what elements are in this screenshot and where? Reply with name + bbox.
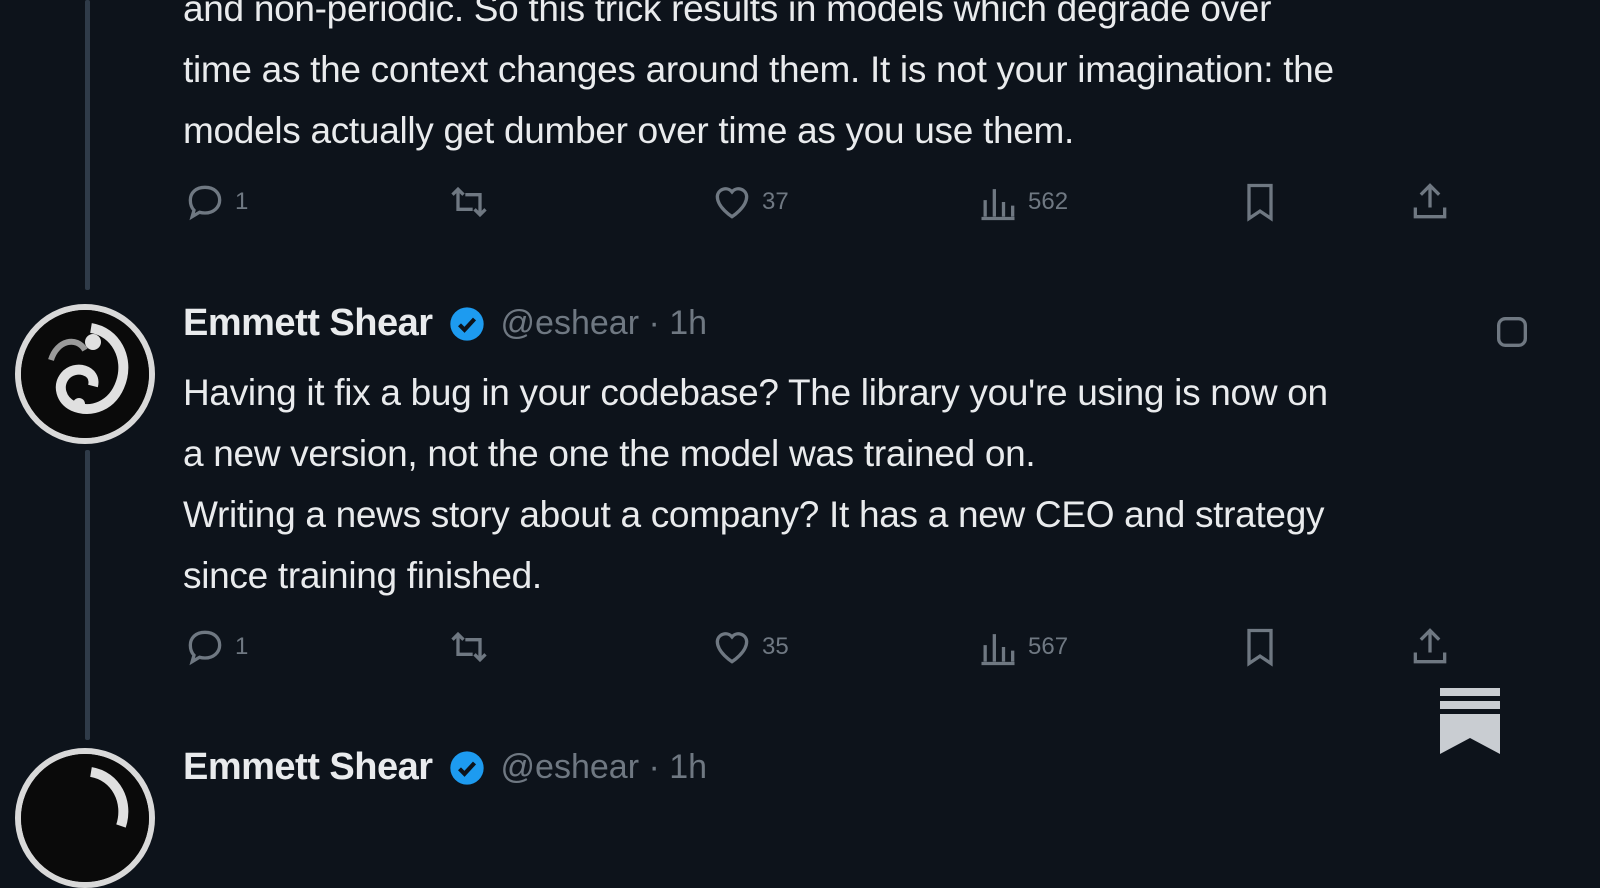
views-icon	[981, 189, 1015, 221]
tweet-header: Emmett Shear @eshear · 1h	[183, 302, 707, 345]
reply-icon	[188, 630, 222, 666]
bookmark-icon	[1247, 628, 1273, 667]
tweet-text-line: Having it fix a bug in your codebase? Th…	[183, 372, 1328, 413]
tweet-text: and non-periodic. So this trick results …	[183, 0, 1600, 161]
reply-count: 1	[235, 633, 249, 660]
like-button[interactable]: 35	[710, 625, 789, 669]
share-button[interactable]	[1408, 625, 1452, 669]
tweet-text-line: models actually get dumber over time as …	[183, 110, 1075, 151]
tweet-text: Having it fix a bug in your codebase? Th…	[183, 362, 1600, 606]
retweet-button[interactable]	[447, 625, 499, 669]
like-button[interactable]: 37	[710, 180, 789, 224]
thread-connector-line	[85, 450, 90, 740]
tweet-text-line: and non-periodic. So this trick results …	[183, 0, 1272, 29]
views-icon	[981, 634, 1015, 666]
author-handle[interactable]: @eshear · 1h	[501, 748, 708, 787]
author-name[interactable]: Emmett Shear	[183, 746, 433, 789]
verified-badge-icon	[449, 306, 484, 341]
views-count: 567	[1028, 633, 1069, 660]
reply-button[interactable]: 1	[183, 625, 248, 669]
avatar-image	[21, 754, 149, 882]
reply-count: 1	[235, 188, 249, 215]
retweet-icon	[451, 186, 487, 218]
retweet-icon	[451, 631, 487, 663]
bookmark-icon	[1247, 183, 1273, 222]
thread-connector-line	[85, 0, 90, 290]
retweet-button[interactable]	[447, 180, 499, 224]
tweet-actions: 1 37 562	[183, 180, 1473, 230]
tweet-actions: 1 35 567	[183, 625, 1473, 675]
share-icon	[1413, 628, 1447, 664]
reply-button[interactable]: 1	[183, 180, 248, 224]
author-handle[interactable]: @eshear · 1h	[501, 304, 708, 343]
avatar[interactable]	[15, 748, 155, 888]
like-count: 37	[762, 188, 789, 215]
avatar-image	[21, 310, 149, 438]
more-icon[interactable]	[1492, 312, 1532, 352]
verified-badge-icon	[449, 750, 484, 785]
views-button[interactable]: 562	[976, 180, 1068, 224]
tweet-text-line: a new version, not the one the model was…	[183, 433, 1036, 474]
heart-icon	[715, 187, 749, 219]
tweet-header: Emmett Shear @eshear · 1h	[183, 746, 707, 789]
tweet-text-line: time as the context changes around them.…	[183, 49, 1334, 90]
avatar[interactable]	[15, 304, 155, 444]
heart-icon	[715, 632, 749, 664]
share-button[interactable]	[1408, 180, 1452, 224]
bookmark-button[interactable]	[1238, 180, 1282, 224]
like-count: 35	[762, 633, 789, 660]
tweet-text-line: Writing a news story about a company? It…	[183, 494, 1325, 535]
share-icon	[1413, 183, 1447, 219]
substack-logo-icon	[1440, 688, 1500, 754]
tweet-text-line: since training finished.	[183, 555, 542, 596]
views-count: 562	[1028, 188, 1069, 215]
author-name[interactable]: Emmett Shear	[183, 302, 433, 345]
reply-icon	[188, 185, 222, 221]
bookmark-button[interactable]	[1238, 625, 1282, 669]
views-button[interactable]: 567	[976, 625, 1068, 669]
